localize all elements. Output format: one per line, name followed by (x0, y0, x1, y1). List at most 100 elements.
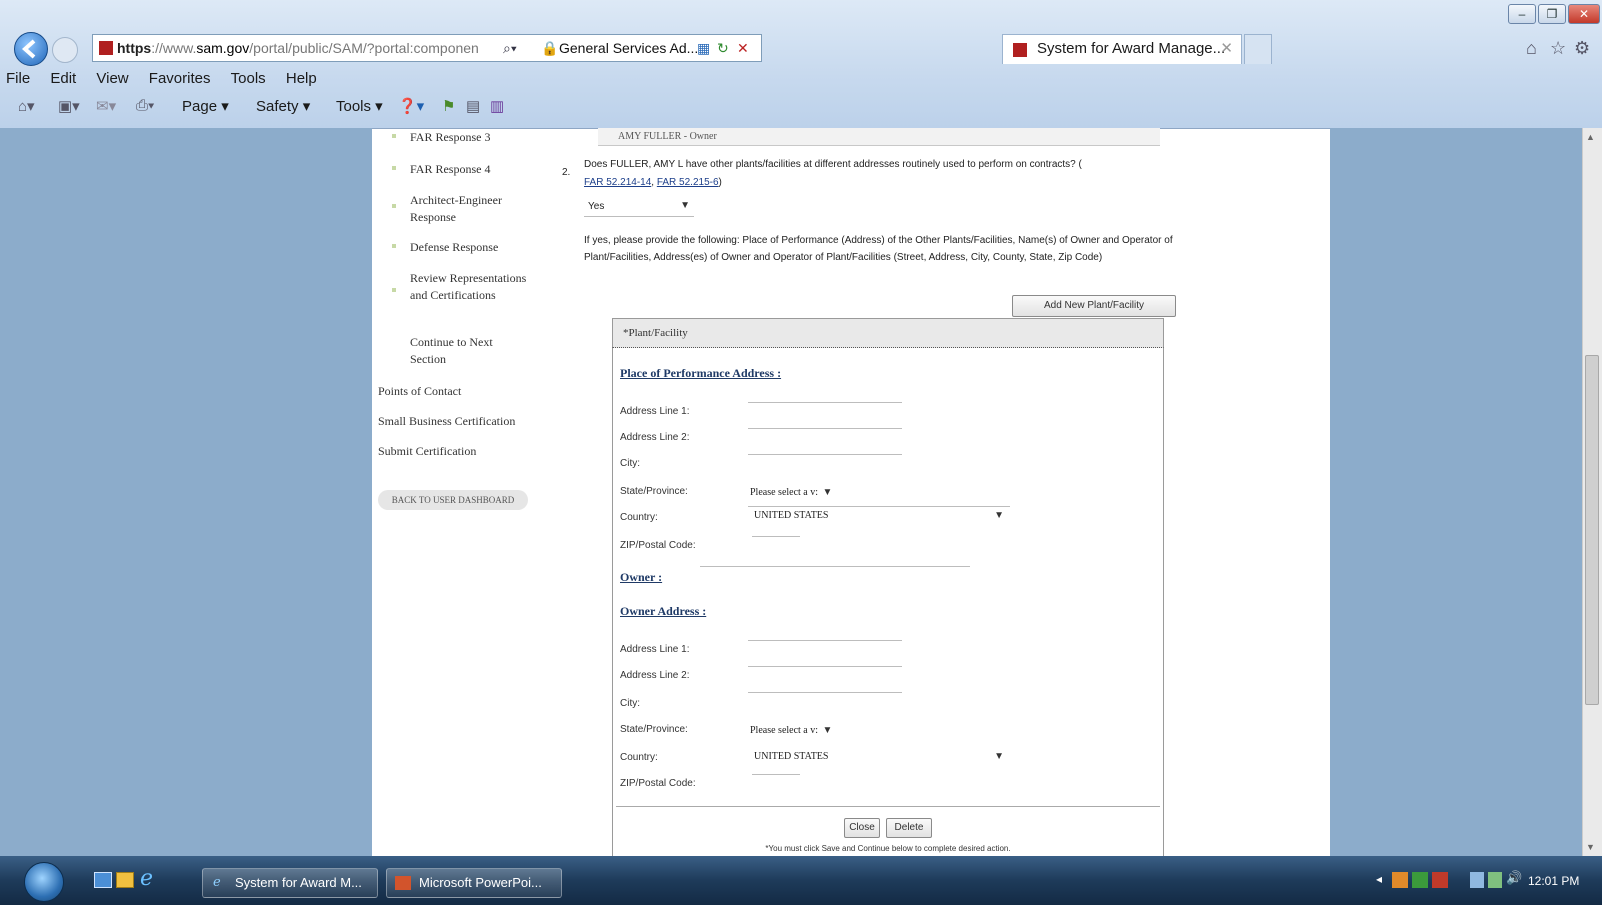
home-icon[interactable]: ⌂ (1526, 38, 1537, 59)
answer-select[interactable]: Yes ▼ (584, 198, 694, 217)
owner-zip-input[interactable] (752, 774, 800, 775)
owner-state-select[interactable]: Please select a v: ▼ (750, 720, 860, 736)
nav-dot (392, 166, 396, 170)
nav-submit-certification[interactable]: Submit Certification (378, 444, 476, 459)
nav-points-of-contact[interactable]: Points of Contact (378, 384, 461, 399)
nav-far-response-3[interactable]: FAR Response 3 (410, 130, 490, 145)
nav-review-reps-certs[interactable]: Review Representations and Certification… (410, 270, 530, 304)
back-to-dashboard-button[interactable]: BACK TO USER DASHBOARD (378, 490, 528, 510)
menu-view[interactable]: View (96, 70, 128, 87)
pop-zip-input[interactable] (752, 536, 800, 537)
tray-security-icon[interactable] (1412, 872, 1428, 888)
site-identity[interactable]: General Services Ad... (559, 35, 698, 61)
favorites-star-icon[interactable]: ☆ (1550, 38, 1566, 59)
refresh-icon[interactable]: ↻ (717, 35, 729, 61)
pop-country-select[interactable]: UNITED STATES ▼ (748, 506, 1010, 525)
answer-value: Yes (588, 201, 605, 212)
stop-icon[interactable]: ✕ (737, 35, 749, 61)
pop-address-line-2-label: Address Line 2: (620, 432, 690, 443)
tray-power-icon[interactable] (1488, 872, 1502, 888)
address-bar[interactable]: https://www.sam.gov/portal/public/SAM/?p… (92, 34, 762, 62)
nav-continue-next-section[interactable]: Continue to Next Section (410, 334, 510, 368)
close-button[interactable]: Close (844, 818, 880, 838)
pop-state-select[interactable]: Please select a v: ▼ (750, 482, 860, 498)
tab-title: System for Award Manage... (1037, 40, 1226, 57)
folder-icon[interactable] (116, 872, 134, 888)
close-window-button[interactable]: ✕ (1568, 4, 1600, 24)
taskbar-item-powerpoint[interactable]: Microsoft PowerPoi... (386, 868, 562, 898)
owner-city-label: City: (620, 698, 640, 709)
ie-quicklaunch-icon[interactable]: e (140, 866, 153, 891)
delete-button[interactable]: Delete (886, 818, 932, 838)
tray-app-icon[interactable] (1392, 872, 1408, 888)
nav-dot (392, 288, 396, 292)
research-icon[interactable]: ⚑ (442, 97, 455, 115)
back-button[interactable] (14, 32, 48, 66)
pop-address-line-2-input[interactable] (748, 428, 902, 429)
page-gutter-right (1330, 128, 1582, 856)
tray-volume-icon[interactable]: 🔊 (1506, 870, 1522, 886)
pop-country-value: UNITED STATES (754, 510, 829, 521)
tools-menu[interactable]: Tools ▾ (336, 97, 383, 115)
owner-city-input[interactable] (748, 692, 902, 693)
forward-button[interactable] (52, 37, 78, 63)
lock-icon[interactable]: 🔒 (541, 35, 558, 61)
panel-footer-divider (616, 806, 1160, 807)
owner-state-value: Please select a v: (750, 725, 819, 736)
tab-favicon (1013, 43, 1027, 57)
owner-state-label: State/Province: (620, 724, 688, 735)
nav-architect-engineer-response[interactable]: Architect-Engineer Response (410, 192, 526, 226)
taskbar-item-powerpoint-label: Microsoft PowerPoi... (419, 875, 542, 890)
new-tab-button[interactable] (1244, 34, 1272, 64)
page-menu[interactable]: Page ▾ (182, 97, 229, 115)
nav-small-business-certification[interactable]: Small Business Certification (378, 414, 515, 429)
tab-close-icon[interactable]: ✕ (1220, 35, 1233, 63)
tray-alert-icon[interactable] (1432, 872, 1448, 888)
owner-country-value: UNITED STATES (754, 751, 829, 762)
pop-address-line-1-input[interactable] (748, 402, 902, 403)
tray-expand-icon[interactable]: ◂ (1376, 872, 1382, 886)
far-52-214-14-link[interactable]: FAR 52.214-14 (584, 177, 651, 188)
scroll-up-icon[interactable]: ▲ (1586, 132, 1595, 142)
owner-country-select[interactable]: UNITED STATES ▼ (748, 748, 1010, 766)
owner-address-line-2-input[interactable] (748, 666, 902, 667)
tray-network-icon[interactable] (1470, 872, 1484, 888)
maximize-button[interactable]: ❐ (1538, 4, 1566, 24)
chevron-down-icon: ▼ (822, 487, 833, 498)
nav-defense-response[interactable]: Defense Response (410, 240, 498, 255)
menu-file[interactable]: File (6, 70, 30, 87)
taskbar-clock[interactable]: 12:01 PM (1528, 874, 1579, 888)
home-cmd-icon[interactable]: ⌂▾ (18, 97, 35, 115)
add-new-plant-facility-button[interactable]: Add New Plant/Facility (1012, 295, 1176, 317)
menu-favorites[interactable]: Favorites (149, 70, 211, 87)
start-button[interactable] (24, 862, 64, 902)
minimize-button[interactable]: – (1508, 4, 1536, 24)
panel-title: *Plant/Facility (612, 318, 1164, 348)
far-52-215-6-link[interactable]: FAR 52.215-6 (657, 177, 719, 188)
nav-dot (392, 134, 396, 138)
scrollbar-thumb[interactable] (1585, 355, 1599, 705)
scroll-down-icon[interactable]: ▼ (1586, 842, 1595, 852)
menu-edit[interactable]: Edit (50, 70, 76, 87)
owner-name-input[interactable] (700, 566, 970, 567)
menu-help[interactable]: Help (286, 70, 317, 87)
compat-view-icon[interactable]: ▦ (697, 35, 710, 61)
owner-zip-label: ZIP/Postal Code: (620, 778, 696, 789)
safety-menu[interactable]: Safety ▾ (256, 97, 310, 115)
owner-address-line-1-input[interactable] (748, 640, 902, 641)
tab-active[interactable]: System for Award Manage... ✕ (1002, 34, 1242, 64)
help-icon[interactable]: ❓▾ (398, 97, 424, 115)
feeds-icon[interactable]: ▣▾ (58, 97, 80, 115)
gear-icon[interactable]: ⚙ (1574, 38, 1590, 59)
taskbar-item-ie[interactable]: e System for Award M... (202, 868, 378, 898)
search-icon[interactable]: ⌕▾ (503, 35, 517, 61)
pop-city-input[interactable] (748, 454, 902, 455)
show-desktop-icon[interactable] (94, 872, 112, 888)
mail-icon[interactable]: ✉▾ (96, 97, 116, 115)
menu-tools[interactable]: Tools (231, 70, 266, 87)
nav-far-response-4[interactable]: FAR Response 4 (410, 162, 490, 177)
messenger-icon[interactable]: ▤ (466, 97, 480, 115)
print-icon[interactable]: ⎙▾ (136, 97, 154, 114)
onenote-icon[interactable]: ▥ (490, 97, 504, 115)
far-links: FAR 52.214-14, FAR 52.215-6) (584, 177, 722, 188)
